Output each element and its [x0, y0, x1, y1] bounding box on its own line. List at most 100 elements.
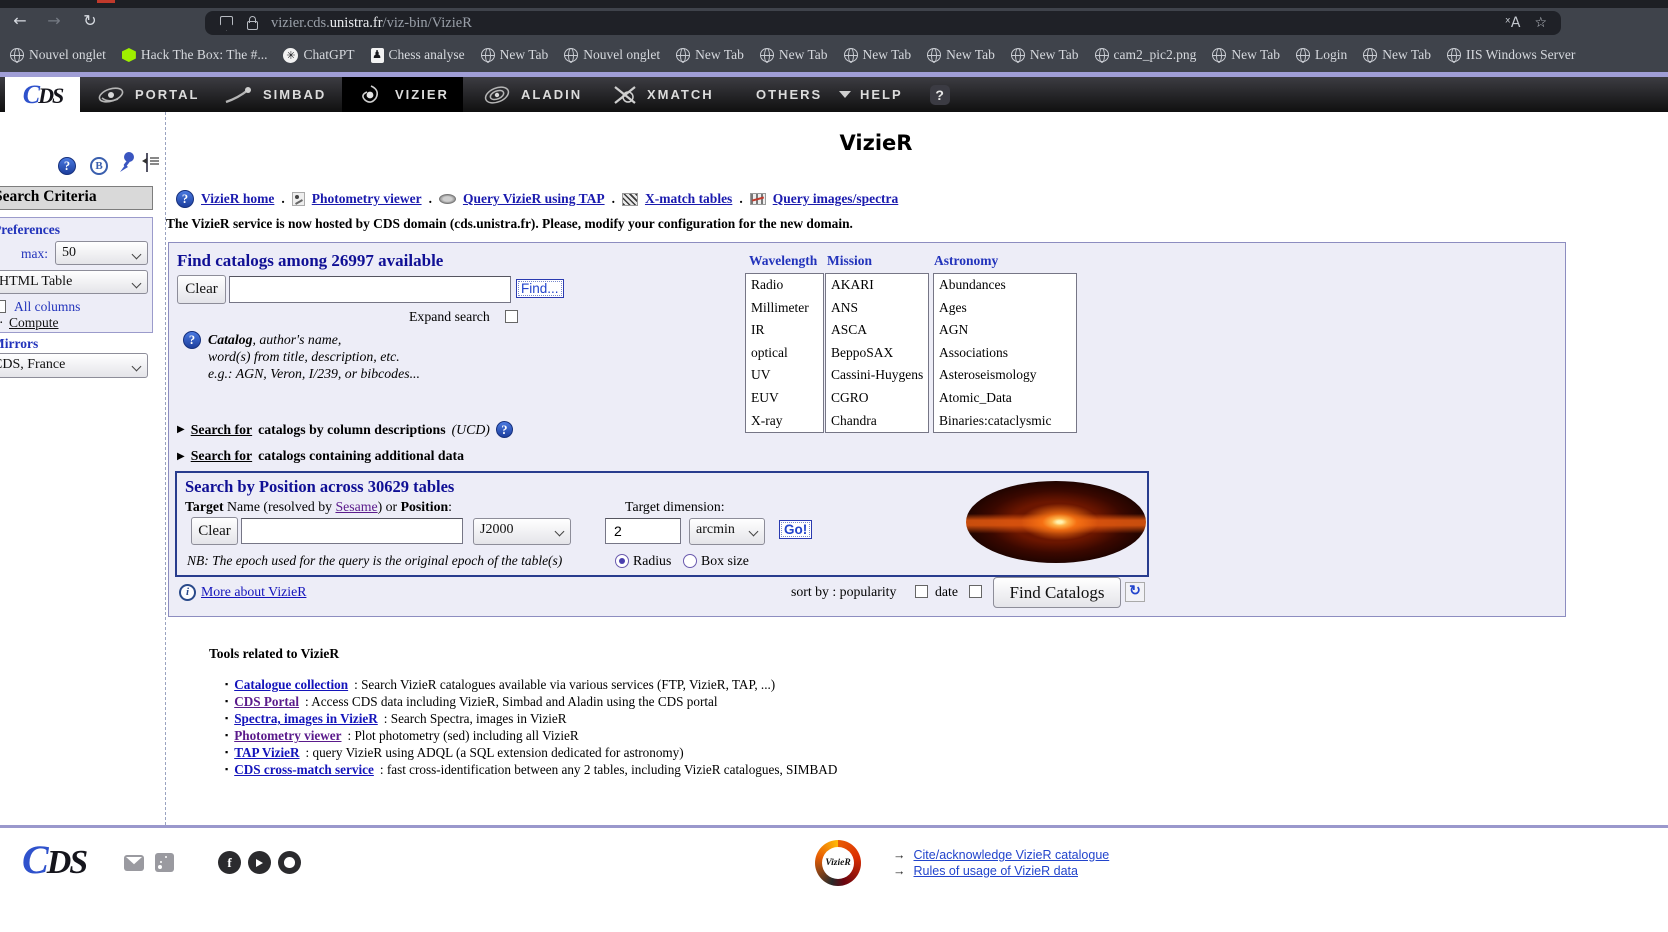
- bookmark-item[interactable]: cam2_pic2.png: [1095, 47, 1197, 63]
- mission-option[interactable]: Cassini-Huygens: [826, 364, 928, 387]
- compute-link[interactable]: Compute: [9, 315, 59, 331]
- bookmark-item[interactable]: New Tab: [844, 47, 912, 63]
- ucd-help-icon[interactable]: ?: [496, 421, 513, 438]
- unit-select[interactable]: arcmin: [689, 518, 765, 545]
- link-query-images-spectra[interactable]: Query images/spectra: [773, 191, 899, 207]
- rss-icon[interactable]: [155, 853, 174, 872]
- wavelength-option[interactable]: IR: [746, 319, 823, 342]
- cite-link[interactable]: Cite/acknowledge VizieR catalogue: [914, 848, 1110, 862]
- sort-date-checkbox[interactable]: [969, 585, 982, 598]
- reset-icon[interactable]: ↻: [1125, 582, 1145, 602]
- expand-search-checkbox[interactable]: [505, 310, 518, 323]
- translate-icon[interactable]: ˣA: [1505, 15, 1521, 31]
- wavelength-option[interactable]: optical: [746, 342, 823, 365]
- additional-search-link[interactable]: Search for: [191, 448, 252, 464]
- astronomy-listbox[interactable]: Abundances Ages AGN Associations Asteros…: [933, 273, 1077, 433]
- lock-icon[interactable]: [247, 21, 258, 30]
- more-about-vizier-link[interactable]: More about VizieR: [201, 584, 306, 600]
- mail-icon[interactable]: [124, 855, 144, 871]
- youtube-icon[interactable]: [248, 851, 271, 874]
- astronomy-option[interactable]: Associations: [934, 342, 1076, 365]
- tool-link-tap-vizier[interactable]: TAP VizieR: [234, 745, 299, 761]
- epoch-select[interactable]: J2000: [473, 518, 571, 545]
- bookmark-item[interactable]: IIS Windows Server: [1447, 47, 1575, 63]
- wavelength-option[interactable]: UV: [746, 364, 823, 387]
- nav-item-portal[interactable]: PORTAL: [96, 77, 199, 112]
- bookmark-item[interactable]: New Tab: [760, 47, 828, 63]
- bookmark-item[interactable]: Hack The Box: The #...: [122, 47, 268, 63]
- box-size-radio[interactable]: [683, 554, 697, 568]
- mirror-select[interactable]: CDS, France: [0, 353, 148, 378]
- tool-link-photometry-viewer[interactable]: Photometry viewer: [234, 728, 341, 744]
- bookmark-item[interactable]: ♟Chess analyse: [371, 47, 465, 63]
- wavelength-option[interactable]: EUV: [746, 387, 823, 410]
- target-input[interactable]: [241, 518, 463, 544]
- bookmark-item[interactable]: ✳ChatGPT: [283, 47, 354, 63]
- tool-link-cds-xmatch[interactable]: CDS cross-match service: [234, 762, 374, 778]
- mission-listbox[interactable]: AKARI ANS ASCA BeppoSAX Cassini-Huygens …: [825, 273, 929, 433]
- dimension-input[interactable]: [605, 518, 681, 544]
- mission-option[interactable]: ANS: [826, 297, 928, 320]
- info-icon[interactable]: i: [179, 584, 196, 601]
- find-button[interactable]: Find...: [516, 279, 564, 298]
- nav-item-aladin[interactable]: ALADIN: [482, 77, 582, 112]
- link-vizier-home[interactable]: VizieR home: [201, 191, 274, 207]
- wavelength-option[interactable]: Millimeter: [746, 297, 823, 320]
- catalog-search-input[interactable]: [229, 276, 511, 303]
- url-bar[interactable]: vizier.cds.unistra.fr/viz-bin/VizieR ˣA …: [205, 11, 1561, 35]
- url-text[interactable]: vizier.cds.unistra.fr/viz-bin/VizieR: [271, 15, 472, 32]
- bookmark-item[interactable]: New Tab: [676, 47, 744, 63]
- hide-panel-icon[interactable]: [146, 153, 148, 172]
- link-photometry-viewer[interactable]: Photometry viewer: [312, 191, 422, 207]
- back-icon[interactable]: ←: [8, 11, 32, 30]
- nav-item-vizier-active[interactable]: VIZIER: [342, 77, 463, 112]
- wavelength-listbox[interactable]: Radio Millimeter IR optical UV EUV X-ray: [745, 273, 824, 433]
- astronomy-option[interactable]: Binaries:cataclysmic: [934, 410, 1076, 433]
- position-clear-button[interactable]: Clear: [191, 517, 238, 545]
- catalog-help-icon[interactable]: ?: [183, 331, 201, 349]
- bookmark-item[interactable]: New Tab: [927, 47, 995, 63]
- mission-option[interactable]: Chandra: [826, 410, 928, 433]
- vizier-footer-logo[interactable]: VizieR: [815, 840, 861, 886]
- sort-popularity-checkbox[interactable]: [915, 585, 928, 598]
- mission-option[interactable]: ASCA: [826, 319, 928, 342]
- ucd-search-link[interactable]: Search for: [191, 422, 252, 438]
- reload-icon[interactable]: ↻: [78, 11, 102, 30]
- astronomy-option[interactable]: Abundances: [934, 274, 1076, 297]
- tool-link-spectra-images[interactable]: Spectra, images in VizieR: [234, 711, 378, 727]
- tool-link-catalogue-collection[interactable]: Catalogue collection: [234, 677, 348, 693]
- bookmark-item[interactable]: Nouvel onglet: [10, 47, 106, 63]
- bookmark-item[interactable]: Nouvel onglet: [564, 47, 660, 63]
- sesame-link[interactable]: Sesame: [335, 499, 377, 514]
- nav-item-xmatch[interactable]: XMATCH: [612, 77, 714, 112]
- bookmark-item[interactable]: New Tab: [1212, 47, 1280, 63]
- cds-logo[interactable]: CDS: [5, 77, 80, 112]
- link-query-tap[interactable]: Query VizieR using TAP: [463, 191, 605, 207]
- mission-option[interactable]: AKARI: [826, 274, 928, 297]
- wavelength-option[interactable]: Radio: [746, 274, 823, 297]
- triangle-icon[interactable]: ▶: [177, 424, 185, 435]
- github-icon[interactable]: [278, 851, 301, 874]
- find-catalogs-button[interactable]: Find Catalogs: [993, 577, 1121, 608]
- radius-radio[interactable]: [615, 554, 629, 568]
- nav-item-help[interactable]: HELP ?: [860, 77, 950, 112]
- all-columns-checkbox[interactable]: [0, 300, 6, 313]
- astronomy-option[interactable]: Atomic_Data: [934, 387, 1076, 410]
- astronomy-option[interactable]: AGN: [934, 319, 1076, 342]
- clear-button[interactable]: Clear: [177, 275, 226, 304]
- tool-link-cds-portal[interactable]: CDS Portal: [234, 694, 299, 710]
- mission-option[interactable]: BeppoSAX: [826, 342, 928, 365]
- link-xmatch-tables[interactable]: X-match tables: [645, 191, 732, 207]
- triangle-icon[interactable]: ▶: [177, 451, 185, 462]
- bookmark-item[interactable]: New Tab: [481, 47, 549, 63]
- sidebar-b-icon[interactable]: B: [90, 157, 108, 175]
- nav-item-others[interactable]: OTHERS: [756, 77, 851, 112]
- output-format-select[interactable]: HTML Table: [0, 270, 148, 294]
- rules-link[interactable]: Rules of usage of VizieR data: [914, 864, 1078, 878]
- mission-option[interactable]: CGRO: [826, 387, 928, 410]
- bookmark-item[interactable]: New Tab: [1011, 47, 1079, 63]
- forward-icon[interactable]: →: [42, 11, 66, 30]
- bookmark-item[interactable]: Login: [1296, 47, 1347, 63]
- wavelength-option[interactable]: X-ray: [746, 410, 823, 433]
- sidebar-help-icon[interactable]: ?: [58, 157, 76, 175]
